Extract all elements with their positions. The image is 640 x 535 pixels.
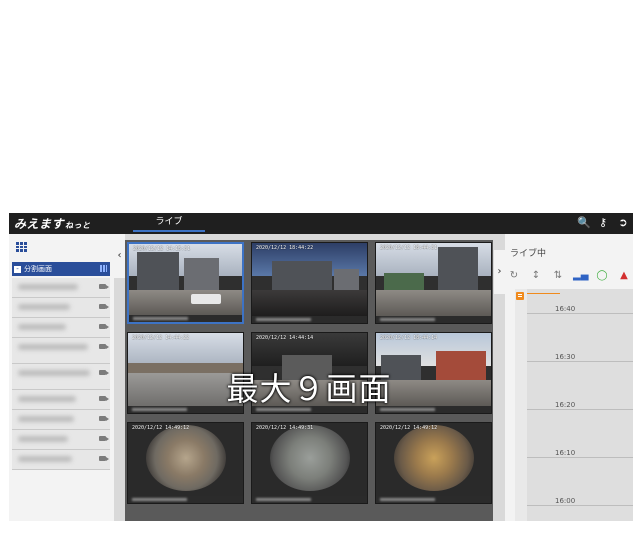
grid-view-icon[interactable] bbox=[16, 242, 28, 252]
camera-name-blurred bbox=[18, 416, 74, 422]
timeline-tick bbox=[527, 361, 633, 362]
split-screen-item[interactable]: - 分割画面 bbox=[12, 262, 110, 276]
camera-list-item[interactable] bbox=[12, 338, 110, 364]
camera-image bbox=[252, 243, 367, 316]
camera-image bbox=[129, 244, 242, 315]
camera-feed[interactable]: 2020/12/12 14:49:12 bbox=[127, 422, 244, 504]
search-document-icon[interactable]: 🔍 bbox=[577, 216, 591, 229]
timeline-tick bbox=[527, 457, 633, 458]
warning-icon[interactable]: ▲ bbox=[617, 270, 631, 282]
camera-feed[interactable]: 2020/12/12 18:44:31 bbox=[375, 242, 492, 324]
feed-timestamp: 2020/12/12 18:44:22 bbox=[256, 245, 314, 251]
timeline-tick bbox=[527, 313, 633, 314]
timeline-label: 16:20 bbox=[555, 401, 576, 409]
top-bar: みえますねっと ライブ 🔍 ⚷ ➲ bbox=[9, 213, 633, 234]
camera-icon bbox=[99, 416, 109, 421]
feed-timestamp: 2020/12/12 14:49:31 bbox=[256, 425, 314, 431]
camera-list-item[interactable] bbox=[12, 298, 110, 318]
height-adjust-icon[interactable]: ↕ bbox=[529, 270, 543, 282]
camera-name-blurred bbox=[18, 284, 78, 290]
feed-timestamp: 2020/12/12 18:44:14 bbox=[380, 335, 438, 341]
camera-list bbox=[12, 278, 110, 470]
feed-timestamp: 2020/12/12 14:44:14 bbox=[256, 335, 314, 341]
brand-suffix: ねっと bbox=[65, 221, 91, 230]
refresh-icon[interactable]: ↻ bbox=[507, 270, 521, 282]
camera-list-item[interactable] bbox=[12, 318, 110, 338]
timeline-label: 16:40 bbox=[555, 305, 576, 313]
camera-name-blurred bbox=[18, 304, 70, 310]
logout-icon[interactable]: ➲ bbox=[617, 216, 629, 229]
feed-timestamp: 2020/12/12 14:44:22 bbox=[132, 335, 190, 341]
camera-icon bbox=[99, 396, 109, 401]
timeline-cursor bbox=[527, 293, 560, 294]
feed-caption-bar bbox=[129, 315, 242, 322]
camera-feed[interactable]: 2020/12/12 14:49:12 bbox=[375, 422, 492, 504]
timeline-strip bbox=[515, 289, 527, 521]
grid-layout-icon[interactable] bbox=[100, 265, 107, 272]
camera-name-blurred bbox=[18, 436, 68, 442]
brand-name: みえます bbox=[14, 217, 65, 231]
camera-image bbox=[376, 243, 491, 316]
camera-image bbox=[252, 423, 367, 496]
feed-caption-bar bbox=[128, 496, 243, 503]
timeline-tick bbox=[527, 409, 633, 410]
timeline-label: 16:10 bbox=[555, 449, 576, 457]
camera-icon bbox=[99, 370, 109, 375]
feed-timestamp: 2020/12/12 14:49:12 bbox=[132, 425, 190, 431]
timeline-tick bbox=[527, 505, 633, 506]
camera-feed[interactable]: 2020/12/12 18:44:22 bbox=[251, 242, 368, 324]
live-status: ライブ中 bbox=[510, 249, 547, 259]
key-icon[interactable]: ⚷ bbox=[597, 216, 609, 229]
bulb-icon[interactable]: ◯ bbox=[595, 270, 609, 282]
camera-icon bbox=[99, 304, 109, 309]
camera-name-blurred bbox=[18, 456, 72, 462]
camera-name-blurred bbox=[18, 370, 90, 376]
camera-image bbox=[128, 423, 243, 496]
feed-caption-bar bbox=[376, 496, 491, 503]
timeline[interactable]: 16:40 16:30 16:20 16:10 16:00 bbox=[515, 289, 633, 521]
feed-caption-bar bbox=[252, 496, 367, 503]
timeline-handle[interactable] bbox=[516, 292, 524, 300]
camera-name-blurred bbox=[18, 344, 88, 350]
feed-timestamp: 2020/12/12 14:15:31 bbox=[133, 246, 191, 252]
timeline-label: 16:00 bbox=[555, 497, 576, 505]
right-panel-toggle[interactable]: › bbox=[494, 250, 505, 294]
brand-logo: みえますねっと bbox=[14, 215, 91, 232]
vertical-arrows-icon[interactable]: ⇅ bbox=[551, 270, 565, 282]
timeline-label: 16:30 bbox=[555, 353, 576, 361]
camera-list-item[interactable] bbox=[12, 410, 110, 430]
camera-name-blurred bbox=[18, 396, 76, 402]
camera-icon bbox=[99, 344, 109, 349]
expand-icon[interactable]: - bbox=[14, 265, 21, 273]
camera-list-item[interactable] bbox=[12, 364, 110, 390]
feed-caption-bar bbox=[376, 316, 491, 323]
camera-list-item[interactable] bbox=[12, 450, 110, 470]
camera-icon bbox=[99, 456, 109, 461]
camera-list-item[interactable] bbox=[12, 390, 110, 410]
camera-icon bbox=[99, 284, 109, 289]
tab-live[interactable]: ライブ bbox=[133, 213, 205, 234]
camera-image bbox=[376, 423, 491, 496]
signal-icon[interactable]: ▂▄ bbox=[573, 270, 588, 282]
left-panel-toggle[interactable]: ‹ bbox=[114, 234, 125, 278]
camera-list-item[interactable] bbox=[12, 430, 110, 450]
camera-name-blurred bbox=[18, 324, 66, 330]
top-actions: 🔍 ⚷ ➲ bbox=[577, 216, 629, 229]
playback-toolbar: ↻ ↕ ⇅ ▂▄ ◯ ▲ bbox=[507, 270, 631, 282]
camera-icon bbox=[99, 436, 109, 441]
playback-panel: ライブ中 ↻ ↕ ⇅ ▂▄ ◯ ▲ 16:40 16:30 16:20 16:1… bbox=[505, 234, 633, 521]
camera-list-item[interactable] bbox=[12, 278, 110, 298]
feed-timestamp: 2020/12/12 14:49:12 bbox=[380, 425, 438, 431]
camera-icon bbox=[99, 324, 109, 329]
camera-feed[interactable]: 2020/12/12 14:49:31 bbox=[251, 422, 368, 504]
camera-sidebar: - 分割画面 bbox=[9, 234, 114, 521]
camera-feed[interactable]: 2020/12/12 14:15:31 bbox=[127, 242, 244, 324]
feed-timestamp: 2020/12/12 18:44:31 bbox=[380, 245, 438, 251]
app-window: みえますねっと ライブ 🔍 ⚷ ➲ - 分割画面 ‹ 2020/12/12 14… bbox=[9, 213, 633, 521]
overlay-caption: 最大９画面 bbox=[226, 370, 392, 408]
split-screen-label: 分割画面 bbox=[24, 265, 52, 273]
feed-caption-bar bbox=[252, 316, 367, 323]
